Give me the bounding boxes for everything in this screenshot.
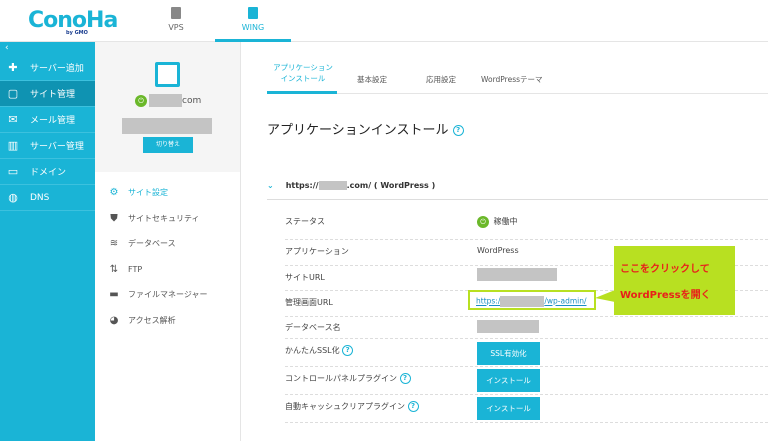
site-domain: ⏻ com <box>135 94 201 107</box>
help-icon[interactable]: ? <box>399 373 411 384</box>
callout-pointer <box>595 290 615 302</box>
menu-file-manager[interactable]: ▬ ファイルマネージャー <box>108 289 207 300</box>
chevron-down-icon: ⌄ <box>267 181 274 190</box>
app-accordion-header[interactable]: ⌄ https://.com/ ( WordPress ) <box>267 181 768 200</box>
sidebar-item-mail[interactable]: ✉ メール管理 <box>0 107 95 133</box>
menu-database[interactable]: ≋ データベース <box>108 238 176 249</box>
sidebar-item-dns[interactable]: ◍ DNS <box>0 185 95 211</box>
row-easy-ssl: かんたんSSL化 ? SSL有効化 <box>285 339 768 367</box>
site-window-icon <box>155 62 180 87</box>
collapse-sidebar-icon[interactable]: ‹ <box>5 43 9 53</box>
sidebar: ‹ ✚ サーバー追加 ▢ サイト管理 ✉ メール管理 ▥ サーバー管理 ▭ ドメイン ◍ D… <box>0 42 95 441</box>
switch-button[interactable]: 切り替え <box>143 137 193 153</box>
redacted-site-url <box>477 268 557 281</box>
menu-site-security[interactable]: ⛊ サイトセキュリティ <box>108 213 199 224</box>
plus-icon: ✚ <box>8 61 18 74</box>
globe-icon: ◍ <box>8 191 18 204</box>
row-control-panel-plugin: コントロールパネルプラグイン ? インストール <box>285 367 768 395</box>
sidebar-item-add-server[interactable]: ✚ サーバー追加 <box>0 55 95 81</box>
admin-url-link[interactable]: https://wp-admin/ <box>476 296 587 307</box>
sidebar-item-site-management[interactable]: ▢ サイト管理 <box>0 81 95 107</box>
database-icon: ≋ <box>109 238 119 249</box>
nav-vps[interactable]: VPS <box>138 4 214 42</box>
tab-basic-settings[interactable]: 基本設定 <box>357 74 387 85</box>
tab-app-install[interactable]: アプリケーション インストール <box>270 62 336 84</box>
pie-chart-icon: ◕ <box>109 315 119 326</box>
redacted-domain <box>500 296 545 307</box>
tab-divider <box>267 93 768 94</box>
domain-icon: ▭ <box>7 165 19 178</box>
help-icon[interactable]: ? <box>342 345 354 356</box>
ftp-icon: ⇅ <box>109 264 119 275</box>
nav-wing[interactable]: WING <box>215 4 291 42</box>
active-tab-indicator <box>267 91 337 94</box>
power-icon: ⏻ <box>477 216 489 228</box>
row-database-name: データベース名 <box>285 317 768 339</box>
tab-wordpress-theme[interactable]: WordPressテーマ <box>481 74 543 85</box>
install-cache-plugin-button[interactable]: インストール <box>477 397 540 420</box>
wing-icon <box>248 7 258 19</box>
tab-advanced-settings[interactable]: 応用設定 <box>426 74 456 85</box>
help-icon[interactable]: ? <box>407 401 419 412</box>
shield-icon: ⛊ <box>110 213 118 224</box>
menu-ftp[interactable]: ⇅ FTP <box>108 264 142 275</box>
row-auto-cache-plugin: 自動キャッシュクリアプラグイン ? インストール <box>285 395 768 423</box>
sidebar-item-domain[interactable]: ▭ ドメイン <box>0 159 95 185</box>
window-icon: ▢ <box>7 87 19 100</box>
server-icon <box>171 7 181 19</box>
ssl-enable-button[interactable]: SSL有効化 <box>477 342 540 365</box>
help-icon[interactable]: ? <box>452 125 464 136</box>
menu-site-settings[interactable]: ⚙ サイト設定 <box>108 187 168 198</box>
menu-access-analytics[interactable]: ◕ アクセス解析 <box>108 315 176 326</box>
install-control-panel-plugin-button[interactable]: インストール <box>477 369 540 392</box>
sidebar-item-server[interactable]: ▥ サーバー管理 <box>0 133 95 159</box>
row-status: ステータス ⏻ 稼働中 <box>285 216 768 240</box>
annotation-callout: ここをクリックして WordPressを開く <box>614 246 735 315</box>
redacted-domain <box>149 94 182 107</box>
redacted-site-info <box>122 118 212 134</box>
top-header: ConoHa by GMO VPS WING <box>0 0 768 42</box>
power-icon: ⏻ <box>135 94 147 107</box>
redacted-domain <box>318 181 347 190</box>
site-settings-icon: ⚙ <box>109 187 119 198</box>
admin-url-highlight: https://wp-admin/ <box>468 290 596 310</box>
mail-icon: ✉ <box>8 113 18 126</box>
redacted-db-name <box>477 320 539 333</box>
server-icon: ▥ <box>7 139 19 152</box>
conoha-logo[interactable]: ConoHa by GMO <box>28 8 118 36</box>
page-title: アプリケーションインストール ? <box>267 119 464 138</box>
folder-icon: ▬ <box>109 289 119 300</box>
